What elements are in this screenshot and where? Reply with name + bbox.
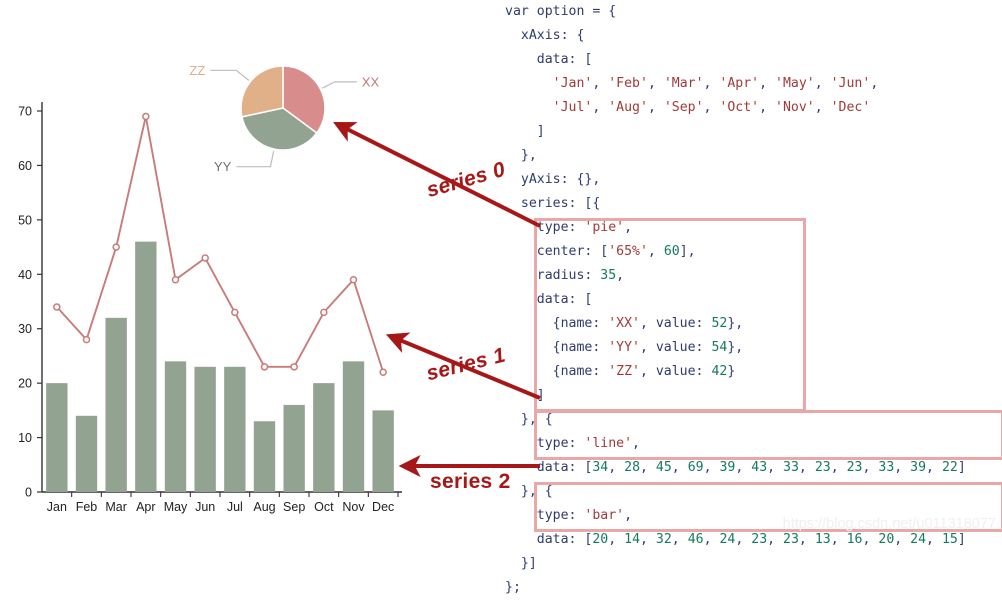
- code-line: {name: 'ZZ', value: 42}: [505, 364, 736, 379]
- pie-label-leader-line: [210, 69, 250, 81]
- x-axis-tick-label: Mar: [105, 500, 127, 514]
- y-axis-tick-label: 0: [25, 486, 32, 500]
- y-axis-tick-label: 20: [18, 377, 32, 391]
- line-series-point: [82, 335, 91, 344]
- chart-panel: 0 10 20 30 40 50 60 70 Jan Feb Mar Apr May Jun Jul Aug S…: [0, 0, 500, 540]
- x-axis-tick-label: Jun: [195, 500, 215, 514]
- x-axis-tick-label: Jan: [47, 500, 67, 514]
- x-axis-tick-label: Jul: [227, 500, 243, 514]
- x-axis-tick-label: Oct: [314, 500, 334, 514]
- line-series-point: [201, 254, 209, 262]
- line-series-point: [260, 363, 269, 371]
- code-line: var option = {: [505, 4, 617, 19]
- bar: [164, 361, 187, 492]
- line-series-point: [349, 275, 358, 284]
- y-axis-tick-label: 60: [18, 159, 32, 173]
- y-axis-tick-label: 40: [18, 268, 32, 282]
- bar: [313, 383, 335, 492]
- page-root: 0 10 20 30 40 50 60 70 Jan Feb Mar Apr May Jun Jul Aug S…: [0, 0, 1002, 595]
- bar: [75, 415, 98, 492]
- code-line: center: ['65%', 60],: [505, 244, 696, 259]
- pie-slice: [240, 65, 284, 118]
- pie-label-leader-line: [322, 81, 357, 89]
- code-line: 'Jan', 'Feb', 'Mar', 'Apr', 'May', 'Jun'…: [552, 76, 879, 91]
- code-line: }]: [505, 556, 537, 571]
- bar: [224, 366, 246, 492]
- y-axis-tick-label: 50: [18, 213, 32, 227]
- line-series-point: [53, 303, 61, 311]
- x-axis-tick-label: Apr: [136, 500, 155, 514]
- x-axis-tick-label: Nov: [342, 500, 365, 514]
- line-series-point: [231, 308, 239, 317]
- x-axis-tick-label: Sep: [283, 500, 305, 514]
- line-series-point: [142, 112, 150, 121]
- code-line: ]: [505, 124, 545, 139]
- line-series-point: [320, 308, 328, 317]
- y-axis-tick-label: 10: [18, 431, 32, 445]
- bar: [253, 421, 276, 492]
- chart-svg: 0 10 20 30 40 50 60 70 Jan Feb Mar Apr May Jun Jul Aug S…: [18, 63, 402, 514]
- x-axis-tick-label: May: [164, 500, 188, 514]
- line-series-point: [290, 363, 298, 371]
- code-line: yAxis: {},: [505, 172, 601, 187]
- code-line: data: [: [505, 52, 593, 67]
- code-line: },: [505, 148, 537, 163]
- y-axis-tick-label: 30: [18, 322, 32, 336]
- pie-label: ZZ: [189, 63, 205, 78]
- pie-label: YY: [214, 159, 232, 174]
- code-line: }, {: [505, 484, 553, 499]
- line-series-point: [112, 243, 120, 251]
- pie-label: XX: [362, 74, 380, 89]
- x-axis-tick-label: Aug: [253, 500, 275, 514]
- code-line: };: [505, 580, 521, 595]
- x-axis-tick-label: Feb: [76, 500, 98, 514]
- bar: [46, 383, 68, 492]
- code-line: data: [: [505, 292, 593, 307]
- watermark: https://blog.csdn.net/u011318077: [782, 516, 996, 532]
- code-line: xAxis: {: [505, 28, 585, 43]
- code-line: ]: [505, 388, 545, 403]
- code-line: type: 'pie',: [505, 220, 633, 235]
- code-line: 'Jul', 'Aug', 'Sep', 'Oct', 'Nov', 'Dec': [552, 100, 871, 115]
- annotation-series-2: series 2: [430, 470, 511, 493]
- code-line: {name: 'YY', value: 54},: [505, 340, 744, 355]
- code-line: data: [34, 28, 45, 69, 39, 43, 33, 23, 2…: [505, 460, 966, 475]
- bar: [372, 410, 394, 492]
- pie-label-leader-line: [236, 150, 275, 168]
- code-line: }, {: [505, 412, 553, 427]
- x-axis-tick-label: Dec: [372, 500, 394, 514]
- code-line: radius: 35,: [505, 268, 625, 283]
- code-line: series: [{: [505, 196, 601, 211]
- bar: [105, 317, 127, 492]
- y-axis-tick-label: 70: [18, 105, 32, 119]
- bar: [194, 366, 216, 492]
- bar: [135, 241, 157, 492]
- line-series-point: [171, 275, 180, 284]
- code-line: {name: 'XX', value: 52},: [505, 316, 744, 331]
- code-panel: var option = { xAxis: { data: [ 'Jan', '…: [505, 0, 1002, 595]
- bar: [342, 361, 365, 492]
- line-series-point: [379, 368, 387, 377]
- code-line: type: 'line',: [505, 436, 640, 451]
- bar: [283, 404, 305, 492]
